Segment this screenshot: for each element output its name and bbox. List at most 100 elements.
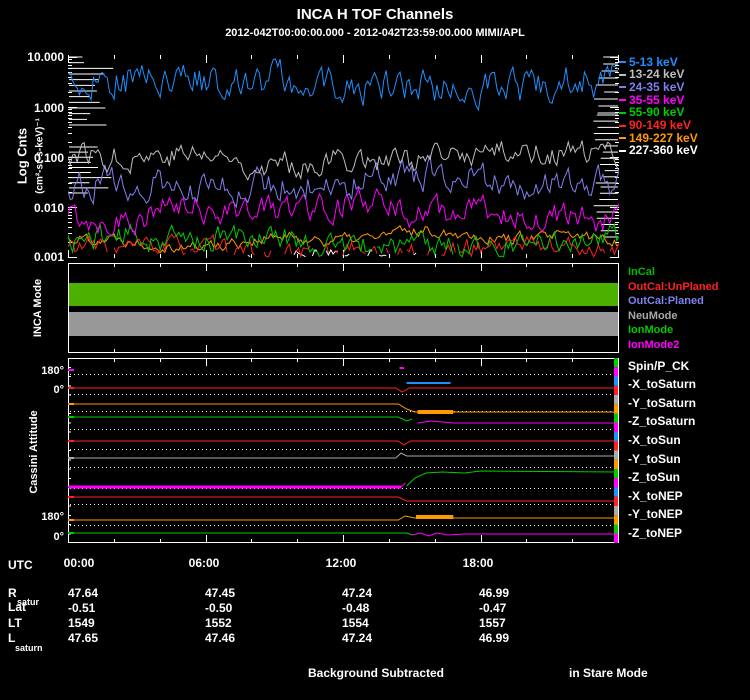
mode-legend-label: IonMode: [628, 324, 674, 337]
attitude-legend-label: Spin/P_CK: [628, 358, 690, 373]
attitude-legend-label: -X_toSaturn: [628, 377, 697, 392]
right-edge-color-strip: [614, 358, 618, 543]
page-title: INCA H TOF Channels: [296, 6, 454, 23]
series-90-149keV: [406, 242, 415, 255]
table-cell: 47.65: [68, 631, 99, 645]
attitude-trace: [411, 532, 618, 537]
series-227-360keV: [379, 254, 387, 257]
panel2-y-axis-title: INCA Mode: [32, 278, 44, 338]
table-cell: 46.99: [479, 586, 510, 600]
legend-leader-dash: [619, 124, 626, 127]
attitude-trace: [69, 416, 413, 422]
time-ticks: [68, 263, 619, 353]
y-tick-label: 0.100: [33, 151, 64, 165]
attitude-legend-label: -Z_toNEP: [628, 525, 682, 540]
series-13-24keV: [68, 140, 619, 181]
attitude-legend-label: -Y_toNEP: [628, 507, 683, 522]
table-cell: 46.99: [479, 631, 510, 645]
footer-note-staremode: in Stare Mode: [569, 666, 648, 680]
attitude-legend-label: -X_toSun: [628, 432, 681, 447]
table-cell: -0.48: [342, 601, 370, 615]
table-cell: 1557: [479, 616, 506, 630]
legend-leader-dash: [619, 61, 626, 63]
y-tick-label: 0.001: [33, 250, 64, 264]
series-227-360keV: [367, 250, 373, 257]
attitude-legend-label: -Z_toSaturn: [628, 414, 696, 429]
table-cell: 1549: [68, 616, 95, 630]
legend-leader-dash: [619, 99, 626, 102]
attitude-trace: [400, 482, 406, 488]
series-90-149keV: [385, 247, 389, 254]
table-row-label: Lat: [8, 600, 26, 614]
table-cell: 1554: [342, 616, 369, 630]
table-cell: 47.45: [205, 586, 236, 600]
legend-label: 227-360 keV: [629, 143, 698, 158]
attitude-trace: [69, 515, 618, 521]
attitude-trace: [69, 387, 618, 393]
legend-leader-dash: [619, 73, 626, 76]
mode-legend-label: OutCal:UnPlaned: [628, 280, 719, 293]
attitude-trace: [69, 532, 413, 536]
cassini-attitude-panel: [68, 358, 619, 543]
legend-leader-dash: [619, 86, 626, 89]
table-row-label: LT: [8, 616, 22, 630]
panel3-y-axis-title: Cassini Attitude: [28, 410, 40, 494]
footer-note-background: Background Subtracted: [307, 666, 445, 680]
attitude-y-tick-label: 0°: [53, 384, 64, 396]
series-5-13keV: [68, 58, 619, 112]
attitude-trace: [417, 420, 618, 424]
y-tick-label: 10.000: [27, 50, 64, 64]
attitude-trace: [406, 470, 619, 487]
attitude-legend-label: -Z_toSun: [628, 470, 680, 485]
utc-tick-label: 00:00: [63, 556, 95, 570]
mode-legend-label: IonMode2: [628, 339, 680, 351]
attitude-legend-label: -Y_toSaturn: [628, 395, 697, 410]
series-55-90keV: [376, 231, 454, 256]
utc-tick-label: 18:00: [462, 556, 494, 570]
utc-tick-label: 12:00: [325, 556, 357, 570]
attitude-y-tick-label: 0°: [53, 531, 64, 543]
attitude-y-tick-label: 180°: [41, 511, 64, 523]
inca-tof-plot: INCA H TOF Channels 2012-042T00:00:00.00…: [0, 0, 750, 700]
dotted-gridlines: [70, 374, 617, 526]
attitude-legend-label: -X_toNEP: [628, 488, 683, 503]
table-cell: 47.24: [342, 586, 373, 600]
series-227-360keV: [247, 254, 251, 258]
attitude-legend-label: -Y_toSun: [628, 451, 681, 466]
table-cell: 47.24: [342, 631, 373, 645]
mode-legend-label: InCal: [628, 266, 655, 278]
series-24-35keV: [68, 155, 619, 209]
mode-legend-label: OutCal:Planed: [628, 295, 704, 308]
y-tick-label: 0.010: [33, 201, 64, 215]
page-subtitle: 2012-042T00:00:00.000 - 2012-042T23:59:0…: [225, 27, 525, 39]
attitude-trace: [69, 452, 618, 459]
attitude-trace: [69, 403, 618, 413]
table-cell: 47.46: [205, 631, 236, 645]
tof-spectra-panel: [68, 55, 619, 258]
legend-leader-dash: [619, 111, 626, 114]
table-cell: 47.64: [68, 586, 99, 600]
series-90-149keV: [397, 247, 403, 256]
table-cell: -0.51: [68, 601, 96, 615]
mode-legend-label: NeuMode: [628, 309, 678, 322]
legend-leader-dash: [619, 149, 626, 152]
series-90-149keV: [233, 240, 256, 256]
table-row-label-subscript: saturn: [15, 643, 43, 653]
series-90-149keV: [263, 250, 272, 258]
mode-bar-NeuMode: [69, 312, 618, 336]
series-55-90keV: [487, 222, 619, 258]
utc-row-label: UTC: [8, 558, 33, 572]
table-cell: -0.50: [205, 601, 233, 615]
time-ticks: [68, 358, 619, 543]
inca-mode-panel: [68, 263, 619, 353]
attitude-y-tick-label: 180°: [41, 365, 64, 377]
table-cell: 1552: [205, 616, 232, 630]
series-90-149keV: [371, 245, 378, 254]
mode-bar-IonMode: [69, 283, 618, 306]
legend-leader-dash: [619, 137, 626, 140]
attitude-trace: [69, 440, 618, 446]
utc-tick-label: 06:00: [188, 556, 220, 570]
attitude-trace: [69, 496, 618, 502]
table-row-label: R: [8, 586, 17, 600]
series-90-149keV: [284, 242, 293, 255]
